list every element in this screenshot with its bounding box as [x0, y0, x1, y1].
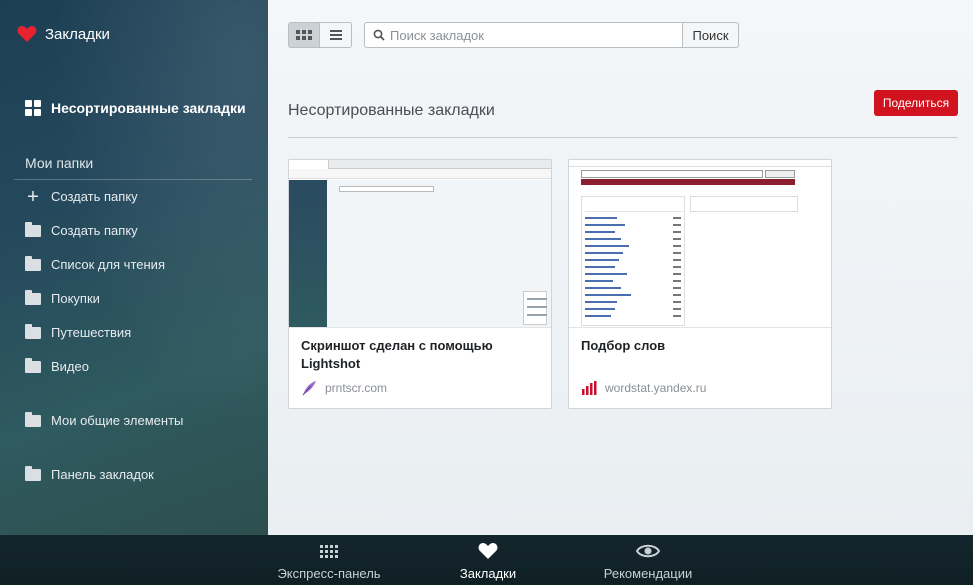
folder-icon: [25, 465, 41, 481]
main-content: Поиск Несортированные закладки Поделитьс…: [268, 0, 973, 535]
nav-label: Экспресс-панель: [277, 566, 381, 581]
view-toggle: [288, 22, 352, 48]
divider: [288, 137, 958, 138]
bookmark-site: wordstat.yandex.ru: [581, 380, 706, 396]
bookmark-title: Скриншот сделан с помощью Lightshot: [301, 338, 493, 371]
bookmark-card[interactable]: Скриншот сделан с помощью Lightshot prnt…: [288, 159, 552, 409]
sidebar-item-reading-list[interactable]: Список для чтения: [25, 255, 165, 272]
sidebar-item-bookmarks-bar[interactable]: Панель закладок: [25, 465, 154, 482]
share-button[interactable]: Поделиться: [874, 90, 958, 116]
search-input[interactable]: [390, 27, 670, 43]
search-icon: [373, 29, 385, 41]
sidebar-item-travel[interactable]: Путешествия: [25, 323, 132, 340]
sidebar-item-label: Видео: [51, 359, 89, 374]
grid-icon: [25, 100, 41, 116]
speed-dial-icon: [320, 542, 338, 560]
sidebar-item-create-folder[interactable]: + Создать папку: [25, 185, 138, 208]
folder-icon: [25, 323, 41, 339]
site-domain: wordstat.yandex.ru: [605, 381, 707, 395]
section-title: Несортированные закладки: [288, 102, 495, 119]
sidebar-item-create-folder-2[interactable]: Создать папку: [25, 221, 138, 238]
sidebar-item-label: Путешествия: [51, 325, 132, 340]
divider: [14, 179, 252, 180]
sidebar-item-shopping[interactable]: Покупки: [25, 289, 100, 306]
sidebar-item-label: Создать папку: [51, 223, 138, 238]
grid-icon: [296, 30, 312, 40]
sidebar-item-unsorted[interactable]: Несортированные закладки: [25, 100, 246, 116]
bookmark-thumbnail: [569, 160, 831, 328]
bookmark-site: prntscr.com: [301, 380, 387, 396]
folder-icon: [25, 289, 41, 305]
search-bar: Поиск: [364, 22, 739, 48]
folder-icon: [25, 411, 41, 427]
sidebar-brand: Закладки: [17, 25, 110, 43]
lightshot-feather-icon: [302, 381, 316, 396]
folder-icon: [25, 357, 41, 373]
sidebar-item-label: Панель закладок: [51, 467, 154, 482]
grid-view-button[interactable]: [288, 22, 320, 48]
sidebar-item-label: Покупки: [51, 291, 100, 306]
bookmark-thumbnail: [289, 160, 551, 328]
nav-label: Рекомендации: [603, 566, 693, 581]
heart-icon: [17, 26, 37, 42]
wordstat-bars-icon: [582, 381, 597, 395]
bottom-nav: Экспресс-панель Закладки Рекомендации: [0, 535, 973, 585]
bookmark-title: Подбор слов: [581, 338, 666, 353]
sidebar-title: Закладки: [45, 25, 110, 43]
list-view-button[interactable]: [320, 22, 352, 48]
nav-speed-dial[interactable]: Экспресс-панель: [270, 535, 388, 585]
sidebar-item-label: Несортированные закладки: [51, 100, 246, 116]
sidebar-item-label: Создать папку: [51, 189, 138, 204]
site-domain: prntscr.com: [325, 381, 388, 395]
search-button[interactable]: Поиск: [683, 22, 739, 48]
nav-bookmarks[interactable]: Закладки: [448, 535, 528, 585]
sidebar: Закладки Несортированные закладки Мои па…: [0, 0, 268, 535]
list-icon: [329, 28, 342, 42]
nav-label: Закладки: [459, 566, 517, 581]
folder-icon: [25, 255, 41, 271]
nav-recommendations[interactable]: Рекомендации: [593, 535, 703, 585]
sidebar-item-video[interactable]: Видео: [25, 357, 89, 374]
sidebar-item-label: Мои общие элементы: [51, 413, 184, 428]
plus-icon: +: [27, 185, 39, 208]
folder-icon: [25, 221, 41, 237]
eye-icon: [636, 542, 660, 560]
search-box: [364, 22, 683, 48]
folders-heading: Мои папки: [25, 155, 94, 171]
heart-icon: [478, 542, 498, 560]
bookmark-card[interactable]: Подбор слов wordstat.yandex.ru: [568, 159, 832, 409]
sidebar-item-label: Список для чтения: [51, 257, 165, 272]
sidebar-item-shared[interactable]: Мои общие элементы: [25, 411, 184, 428]
